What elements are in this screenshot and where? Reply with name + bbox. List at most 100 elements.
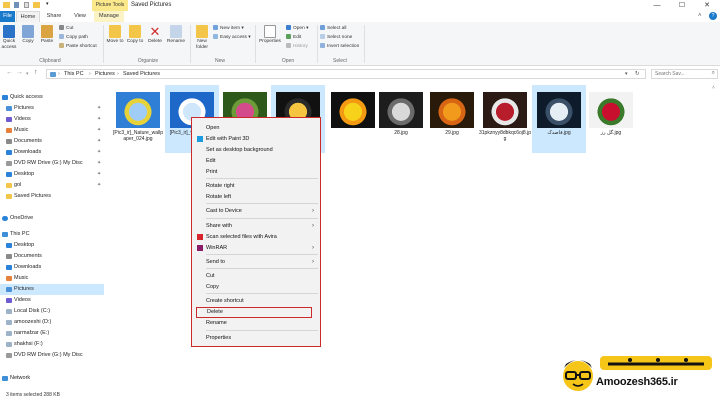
nav-this-pc-item[interactable]: amoozeshi (D:): [0, 317, 104, 328]
file-thumbnail[interactable]: 31pkznyy8dbkqc6oj8.jpg: [478, 85, 532, 153]
menu-edit-paint3d[interactable]: Edit with Paint 3D: [197, 134, 318, 144]
nav-quick-access-item[interactable]: gol ✦: [0, 180, 104, 191]
file-thumbnail[interactable]: قاصدک.jpg: [532, 85, 586, 153]
breadcrumb-this-pc[interactable]: This PC: [64, 70, 84, 79]
menu-share-with[interactable]: Share with ›: [206, 221, 318, 231]
customize-qat-icon[interactable]: ▾: [46, 2, 51, 7]
pin-icon[interactable]: ✦: [97, 125, 101, 136]
history-button[interactable]: History: [286, 43, 308, 50]
menu-print[interactable]: Print: [206, 167, 318, 177]
pin-icon[interactable]: ✦: [97, 158, 101, 169]
menu-edit[interactable]: Edit: [206, 156, 318, 166]
nav-this-pc[interactable]: This PC: [0, 229, 104, 240]
tab-file[interactable]: File: [0, 11, 15, 22]
nav-this-pc-item[interactable]: Pictures: [0, 284, 104, 295]
edit-button[interactable]: Edit: [286, 34, 301, 41]
menu-rename[interactable]: Rename: [206, 318, 318, 328]
pin-icon[interactable]: ✦: [97, 103, 101, 114]
copy-button[interactable]: Copy: [19, 25, 37, 45]
menu-send-to[interactable]: Send to ›: [206, 257, 318, 267]
nav-this-pc-item[interactable]: narmafzar (E:): [0, 328, 104, 339]
rename-button[interactable]: Rename: [166, 25, 186, 45]
forward-arrow-icon[interactable]: →: [16, 69, 23, 76]
file-thumbnail[interactable]: گل رز.jpg: [584, 85, 638, 153]
back-arrow-icon[interactable]: ←: [6, 69, 13, 76]
properties-button[interactable]: Properties: [258, 25, 282, 45]
pin-quick-access-button[interactable]: Quick access: [0, 25, 18, 50]
copy-path-button[interactable]: Copy path: [59, 34, 88, 41]
up-arrow-icon[interactable]: ↑: [34, 69, 38, 76]
menu-rotate-right[interactable]: Rotate right: [206, 181, 318, 191]
file-thumbnail[interactable]: 28.jpg: [374, 85, 428, 153]
nav-this-pc-item[interactable]: Documents: [0, 251, 104, 262]
nav-quick-access-item[interactable]: Music ✦: [0, 125, 104, 136]
select-all-button[interactable]: Select all: [320, 25, 346, 32]
invert-selection-button[interactable]: Invert selection: [320, 43, 359, 50]
open-button[interactable]: Open ▾: [286, 25, 309, 32]
nav-quick-access-item[interactable]: Desktop ✦: [0, 169, 104, 180]
pin-icon[interactable]: ✦: [97, 169, 101, 180]
file-thumbnail[interactable]: [Pic3_ir]_Nature_wallpaper_024.jpg: [111, 85, 165, 153]
help-icon[interactable]: ?: [709, 12, 717, 20]
nav-this-pc-item[interactable]: Desktop: [0, 240, 104, 251]
pin-icon[interactable]: ✦: [97, 114, 101, 125]
breadcrumb-saved-pictures[interactable]: Saved Pictures: [123, 70, 160, 79]
paste-shortcut-button[interactable]: Paste shortcut: [59, 43, 97, 50]
save-icon[interactable]: [14, 2, 19, 8]
file-thumbnail[interactable]: [326, 85, 380, 153]
menu-create-shortcut[interactable]: Create shortcut: [206, 296, 318, 306]
menu-delete[interactable]: Delete: [196, 307, 312, 318]
nav-this-pc-item[interactable]: Local Disk (C:): [0, 306, 104, 317]
nav-this-pc-item[interactable]: shakhsi (F:): [0, 339, 104, 350]
tab-share[interactable]: Share: [42, 11, 66, 22]
nav-quick-access-item[interactable]: DVD RW Drive (G:) My Disc ✦: [0, 158, 104, 169]
nav-quick-access-item[interactable]: Downloads ✦: [0, 147, 104, 158]
menu-set-background[interactable]: Set as desktop background: [206, 145, 318, 155]
nav-network[interactable]: Network: [0, 373, 104, 384]
pin-icon[interactable]: ✦: [97, 180, 101, 191]
maximize-button[interactable]: ☐: [671, 0, 693, 11]
picture-tools-tab[interactable]: Picture Tools: [92, 0, 128, 11]
menu-open[interactable]: Open: [206, 123, 318, 133]
menu-winrar[interactable]: WinRAR ›: [197, 243, 318, 253]
pin-icon[interactable]: ✦: [97, 147, 101, 158]
cut-button[interactable]: Cut: [59, 25, 73, 32]
tab-view[interactable]: View: [68, 11, 92, 22]
nav-onedrive[interactable]: OneDrive: [0, 213, 104, 224]
close-button[interactable]: ✕: [696, 0, 718, 11]
search-input[interactable]: [652, 70, 707, 78]
move-to-button[interactable]: Move to: [106, 25, 124, 45]
minimize-button[interactable]: —: [646, 0, 668, 11]
nav-this-pc-item[interactable]: Videos: [0, 295, 104, 306]
menu-cast-to-device[interactable]: Cast to Device ›: [206, 206, 318, 216]
new-folder-icon[interactable]: [33, 2, 40, 8]
properties-icon[interactable]: [24, 2, 29, 8]
delete-button[interactable]: ✕ Delete: [146, 25, 164, 45]
nav-this-pc-item[interactable]: Downloads: [0, 262, 104, 273]
nav-quick-access-item[interactable]: Saved Pictures: [0, 191, 104, 202]
menu-properties[interactable]: Properties: [206, 333, 318, 343]
nav-this-pc-item[interactable]: Music: [0, 273, 104, 284]
breadcrumb-pictures[interactable]: Pictures: [95, 70, 115, 79]
copy-to-button[interactable]: Copy to: [126, 25, 144, 45]
refresh-icon[interactable]: ↻: [635, 70, 640, 79]
collapse-ribbon-icon[interactable]: ˄: [698, 13, 702, 19]
address-bar[interactable]: › This PC › Pictures › Saved Pictures ▾ …: [46, 69, 646, 79]
pin-icon[interactable]: ✦: [97, 136, 101, 147]
paste-button[interactable]: Paste: [38, 25, 56, 45]
nav-this-pc-item[interactable]: DVD RW Drive (G:) My Disc: [0, 350, 104, 361]
menu-rotate-left[interactable]: Rotate left: [206, 192, 318, 202]
recent-locations-icon[interactable]: ▾: [26, 71, 29, 77]
tab-home[interactable]: Home: [16, 11, 40, 22]
nav-quick-access-item[interactable]: Videos ✦: [0, 114, 104, 125]
nav-quick-access[interactable]: Quick access: [0, 92, 104, 103]
tab-manage[interactable]: Manage: [94, 11, 124, 22]
easy-access-button[interactable]: Easy access ▾: [213, 34, 251, 41]
select-none-button[interactable]: Select none: [320, 34, 352, 41]
menu-cut[interactable]: Cut: [206, 271, 318, 281]
address-dropdown-icon[interactable]: ▾: [625, 70, 628, 79]
search-box[interactable]: ⌕: [651, 69, 718, 79]
file-thumbnail[interactable]: 29.jpg: [425, 85, 479, 153]
nav-quick-access-item[interactable]: Documents ✦: [0, 136, 104, 147]
menu-scan-avira[interactable]: Scan selected files with Avira: [197, 232, 318, 242]
